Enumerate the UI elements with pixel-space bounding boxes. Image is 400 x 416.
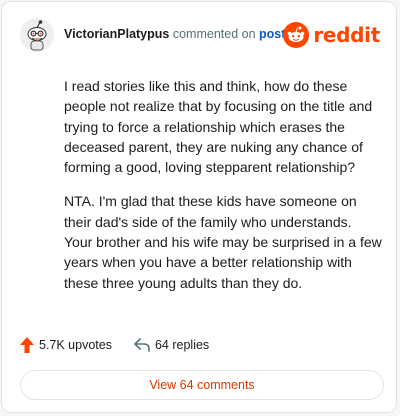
upvote-count: 5.7K upvotes — [39, 338, 112, 352]
reddit-logo[interactable]: reddit — [283, 20, 380, 50]
comment-paragraph: I read stories like this and think, how … — [64, 78, 373, 176]
reply-arrow-icon — [134, 338, 150, 352]
comment-card: VictorianPlatypus commented on post redd… — [1, 1, 397, 413]
view-comments-button[interactable]: View 64 comments — [20, 370, 384, 400]
reply-count: 64 replies — [154, 338, 210, 352]
comment-meta: VictorianPlatypus commented on post — [64, 27, 285, 41]
upvote-arrow-icon — [20, 337, 34, 353]
comment-body: I read stories like this and think, how … — [64, 76, 382, 307]
upvote-button[interactable]: 5.7K upvotes — [20, 337, 112, 353]
post-link[interactable]: post — [259, 27, 285, 41]
snoo-avatar-icon[interactable] — [20, 18, 54, 52]
reddit-snoo-icon — [283, 22, 310, 48]
comment-paragraph: NTA. I'm glad that these kids have someo… — [64, 193, 382, 291]
reddit-wordmark: reddit — [313, 23, 380, 47]
action-text: commented on — [172, 27, 256, 41]
reply-button[interactable]: 64 replies — [134, 338, 209, 352]
comment-header: VictorianPlatypus commented on post redd… — [20, 18, 380, 54]
comment-actions: 5.7K upvotes 64 replies — [20, 336, 231, 354]
username-link[interactable]: VictorianPlatypus — [64, 27, 169, 41]
